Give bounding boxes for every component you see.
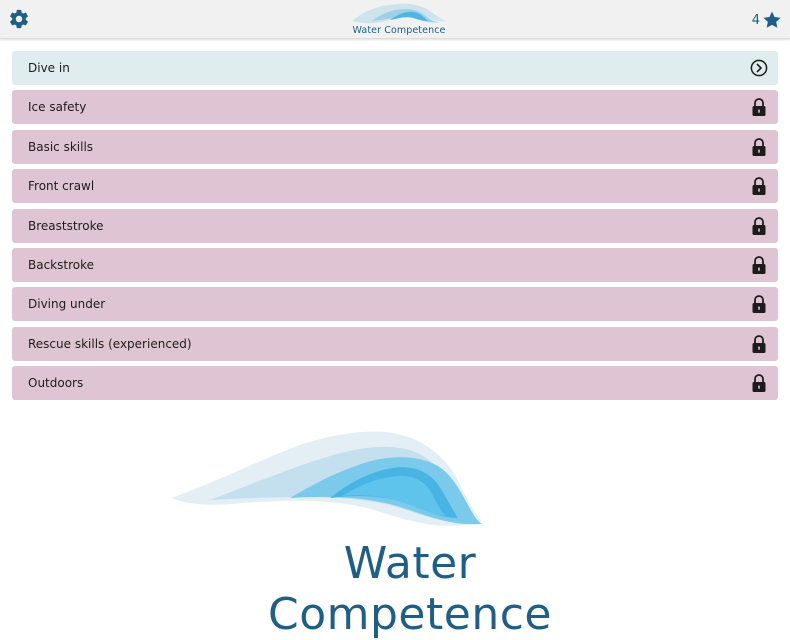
lock-icon	[752, 137, 766, 156]
wave-logo-icon	[172, 431, 482, 526]
module-label: Rescue skills (experienced)	[28, 336, 192, 351]
module-item-basic-skills[interactable]: Basic skills	[12, 129, 778, 164]
lock-icon	[752, 216, 766, 235]
module-item-dive-in[interactable]: Dive in	[12, 51, 778, 85]
header-logo: Water Competence	[340, 3, 458, 37]
chevron-circle-right-icon	[750, 59, 768, 77]
gear-icon	[10, 9, 28, 29]
lock-icon	[752, 295, 766, 314]
settings-button[interactable]	[8, 8, 30, 30]
module-label: Front crawl	[28, 179, 95, 194]
module-list: Dive in Ice safety Basic skills Front cr…	[12, 51, 778, 406]
app-logo: Water Competence	[170, 430, 630, 640]
module-label: Diving under	[28, 297, 106, 312]
module-item-front-crawl[interactable]: Front crawl	[12, 169, 778, 204]
logo-title: Water Competence	[268, 538, 552, 640]
module-label: Breaststroke	[28, 218, 104, 233]
module-label: Dive in	[28, 61, 70, 75]
module-label: Outdoors	[28, 376, 84, 391]
module-item-outdoors[interactable]: Outdoors	[12, 366, 778, 401]
lock-icon	[752, 98, 766, 117]
module-label: Basic skills	[28, 139, 94, 154]
stars-count: 4	[751, 12, 760, 28]
lock-icon	[752, 374, 766, 393]
wave-logo-icon	[352, 3, 446, 24]
module-item-backstroke[interactable]: Backstroke	[12, 247, 778, 282]
stars-counter[interactable]: 4	[752, 9, 782, 31]
module-item-rescue-skills[interactable]: Rescue skills (experienced)	[12, 326, 778, 361]
lock-icon	[752, 334, 766, 353]
module-item-breaststroke[interactable]: Breaststroke	[12, 208, 778, 243]
top-bar: Water Competence 4	[0, 0, 790, 39]
module-label: Backstroke	[28, 257, 95, 272]
lock-icon	[752, 256, 766, 274]
module-item-ice-safety[interactable]: Ice safety	[12, 90, 778, 125]
module-item-diving-under[interactable]: Diving under	[12, 287, 778, 322]
header-app-name: Water Competence	[352, 25, 446, 36]
module-label: Ice safety	[28, 100, 87, 115]
lock-icon	[752, 177, 766, 196]
star-icon	[763, 11, 781, 28]
